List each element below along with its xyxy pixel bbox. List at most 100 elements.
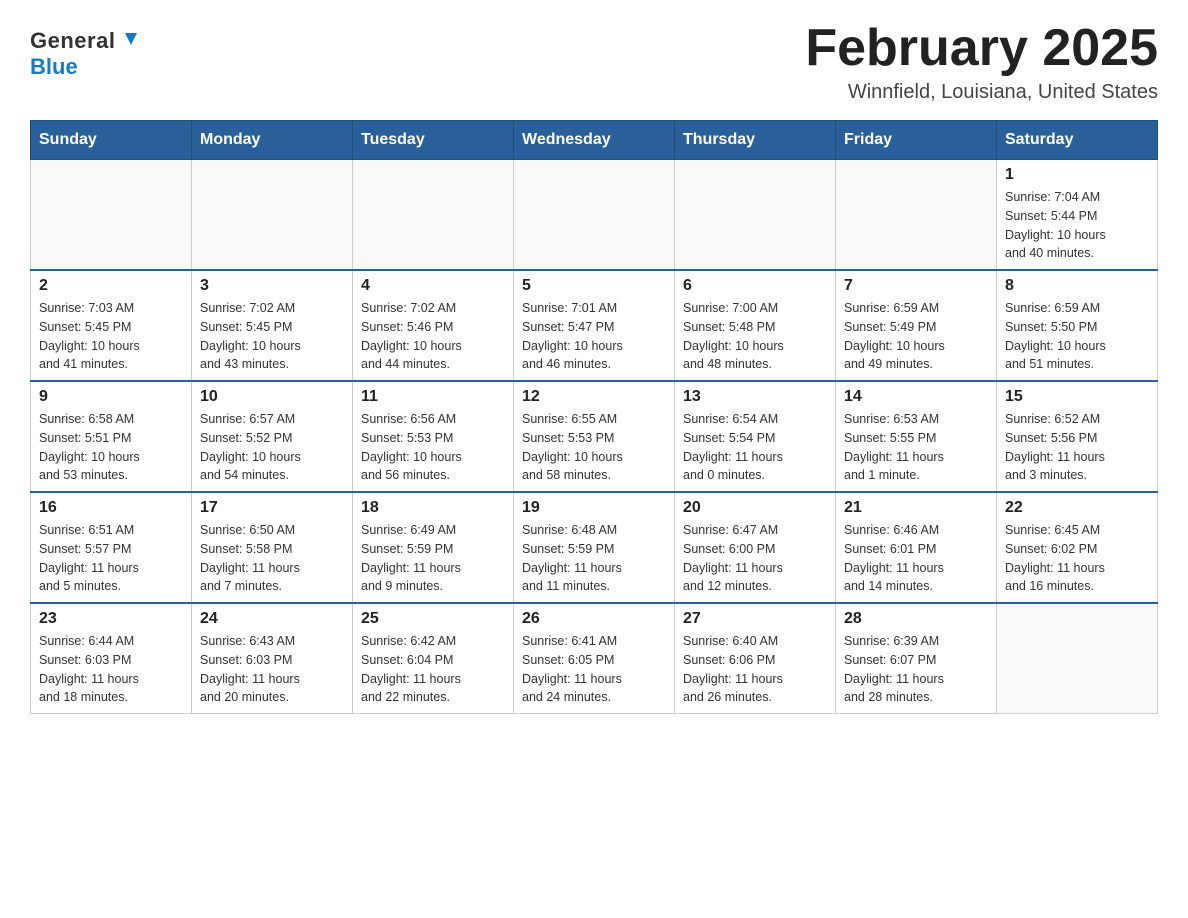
day-number: 16 [39,499,183,517]
day-info: Sunrise: 6:53 AMSunset: 5:55 PMDaylight:… [844,410,988,485]
logo-blue-text: Blue [30,54,78,80]
day-info: Sunrise: 7:01 AMSunset: 5:47 PMDaylight:… [522,299,666,374]
calendar-day-cell: 3 Sunrise: 7:02 AMSunset: 5:45 PMDaylight… [192,270,353,381]
day-number: 20 [683,499,827,517]
day-info: Sunrise: 6:50 AMSunset: 5:58 PMDaylight:… [200,521,344,596]
calendar-day-cell: 1 Sunrise: 7:04 AMSunset: 5:44 PMDaylight… [997,160,1158,271]
day-info: Sunrise: 6:40 AMSunset: 6:06 PMDaylight:… [683,632,827,707]
page-subtitle: Winnfield, Louisiana, United States [805,81,1158,104]
calendar-header-monday: Monday [192,121,353,160]
title-section: February 2025 Winnfield, Louisiana, Unit… [805,20,1158,104]
calendar-day-cell: 25 Sunrise: 6:42 AMSunset: 6:04 PMDayligh… [353,603,514,714]
page-title: February 2025 [805,20,1158,77]
day-number: 7 [844,277,988,295]
day-number: 23 [39,610,183,628]
calendar-header-friday: Friday [836,121,997,160]
day-info: Sunrise: 6:39 AMSunset: 6:07 PMDaylight:… [844,632,988,707]
calendar-day-cell: 8Sunrise: 6:59 AMSunset: 5:50 PMDaylight… [997,270,1158,381]
day-info: Sunrise: 6:54 AMSunset: 5:54 PMDaylight:… [683,410,827,485]
calendar-day-cell: 13 Sunrise: 6:54 AMSunset: 5:54 PMDayligh… [675,381,836,492]
day-info: Sunrise: 6:49 AMSunset: 5:59 PMDaylight:… [361,521,505,596]
logo-general-text: General [30,28,115,54]
day-info: Sunrise: 7:00 AMSunset: 5:48 PMDaylight:… [683,299,827,374]
calendar-day-cell: 5 Sunrise: 7:01 AMSunset: 5:47 PMDaylight… [514,270,675,381]
calendar-day-cell [353,160,514,271]
calendar-day-cell: 26Sunrise: 6:41 AMSunset: 6:05 PMDayligh… [514,603,675,714]
calendar-header-tuesday: Tuesday [353,121,514,160]
calendar-day-cell: 4 Sunrise: 7:02 AMSunset: 5:46 PMDaylight… [353,270,514,381]
day-info: Sunrise: 6:42 AMSunset: 6:04 PMDaylight:… [361,632,505,707]
day-number: 8 [1005,277,1149,295]
calendar-header-row: SundayMondayTuesdayWednesdayThursdayFrid… [31,121,1158,160]
calendar-day-cell [675,160,836,271]
day-number: 19 [522,499,666,517]
calendar-day-cell: 10 Sunrise: 6:57 AMSunset: 5:52 PMDayligh… [192,381,353,492]
calendar-day-cell: 21 Sunrise: 6:46 AMSunset: 6:01 PMDayligh… [836,492,997,603]
calendar-header-wednesday: Wednesday [514,121,675,160]
day-number: 21 [844,499,988,517]
day-info: Sunrise: 6:44 AMSunset: 6:03 PMDaylight:… [39,632,183,707]
page-header: General Blue February 2025 Winnfield, Lo… [30,20,1158,104]
calendar-day-cell: 9 Sunrise: 6:58 AMSunset: 5:51 PMDaylight… [31,381,192,492]
day-info: Sunrise: 6:48 AMSunset: 5:59 PMDaylight:… [522,521,666,596]
calendar-day-cell [192,160,353,271]
day-number: 17 [200,499,344,517]
day-info: Sunrise: 7:04 AMSunset: 5:44 PMDaylight:… [1005,188,1149,263]
calendar-day-cell: 16Sunrise: 6:51 AMSunset: 5:57 PMDayligh… [31,492,192,603]
calendar-day-cell [997,603,1158,714]
day-info: Sunrise: 6:58 AMSunset: 5:51 PMDaylight:… [39,410,183,485]
day-info: Sunrise: 6:46 AMSunset: 6:01 PMDaylight:… [844,521,988,596]
calendar-day-cell: 11 Sunrise: 6:56 AMSunset: 5:53 PMDayligh… [353,381,514,492]
calendar-day-cell: 27Sunrise: 6:40 AMSunset: 6:06 PMDayligh… [675,603,836,714]
day-number: 13 [683,388,827,406]
calendar-week-row: 23 Sunrise: 6:44 AMSunset: 6:03 PMDayligh… [31,603,1158,714]
calendar-day-cell: 18Sunrise: 6:49 AMSunset: 5:59 PMDayligh… [353,492,514,603]
calendar-week-row: 1 Sunrise: 7:04 AMSunset: 5:44 PMDaylight… [31,160,1158,271]
day-info: Sunrise: 6:59 AMSunset: 5:49 PMDaylight:… [844,299,988,374]
day-number: 24 [200,610,344,628]
calendar-day-cell: 15Sunrise: 6:52 AMSunset: 5:56 PMDayligh… [997,381,1158,492]
calendar-day-cell: 28 Sunrise: 6:39 AMSunset: 6:07 PMDayligh… [836,603,997,714]
day-info: Sunrise: 6:52 AMSunset: 5:56 PMDaylight:… [1005,410,1149,485]
calendar-day-cell [836,160,997,271]
day-info: Sunrise: 6:47 AMSunset: 6:00 PMDaylight:… [683,521,827,596]
calendar-day-cell: 14 Sunrise: 6:53 AMSunset: 5:55 PMDayligh… [836,381,997,492]
calendar-header-saturday: Saturday [997,121,1158,160]
calendar-week-row: 16Sunrise: 6:51 AMSunset: 5:57 PMDayligh… [31,492,1158,603]
calendar-header-thursday: Thursday [675,121,836,160]
calendar-day-cell: 6Sunrise: 7:00 AMSunset: 5:48 PMDaylight… [675,270,836,381]
calendar-day-cell: 17 Sunrise: 6:50 AMSunset: 5:58 PMDayligh… [192,492,353,603]
day-number: 11 [361,388,505,406]
day-info: Sunrise: 6:55 AMSunset: 5:53 PMDaylight:… [522,410,666,485]
calendar-day-cell: 2Sunrise: 7:03 AMSunset: 5:45 PMDaylight… [31,270,192,381]
day-number: 1 [1005,166,1149,184]
day-number: 4 [361,277,505,295]
calendar-day-cell [31,160,192,271]
day-number: 9 [39,388,183,406]
calendar-day-cell: 23 Sunrise: 6:44 AMSunset: 6:03 PMDayligh… [31,603,192,714]
calendar-week-row: 2Sunrise: 7:03 AMSunset: 5:45 PMDaylight… [31,270,1158,381]
day-info: Sunrise: 6:56 AMSunset: 5:53 PMDaylight:… [361,410,505,485]
day-number: 5 [522,277,666,295]
calendar-week-row: 9 Sunrise: 6:58 AMSunset: 5:51 PMDaylight… [31,381,1158,492]
day-info: Sunrise: 6:45 AMSunset: 6:02 PMDaylight:… [1005,521,1149,596]
day-info: Sunrise: 7:02 AMSunset: 5:45 PMDaylight:… [200,299,344,374]
day-number: 28 [844,610,988,628]
day-number: 10 [200,388,344,406]
calendar-day-cell: 7 Sunrise: 6:59 AMSunset: 5:49 PMDaylight… [836,270,997,381]
calendar-day-cell: 20 Sunrise: 6:47 AMSunset: 6:00 PMDayligh… [675,492,836,603]
day-number: 12 [522,388,666,406]
day-number: 14 [844,388,988,406]
day-number: 3 [200,277,344,295]
day-number: 25 [361,610,505,628]
calendar-day-cell: 24 Sunrise: 6:43 AMSunset: 6:03 PMDayligh… [192,603,353,714]
logo: General Blue [30,20,139,80]
day-info: Sunrise: 6:57 AMSunset: 5:52 PMDaylight:… [200,410,344,485]
day-info: Sunrise: 6:43 AMSunset: 6:03 PMDaylight:… [200,632,344,707]
day-number: 22 [1005,499,1149,517]
day-number: 2 [39,277,183,295]
calendar-day-cell [514,160,675,271]
calendar-table: SundayMondayTuesdayWednesdayThursdayFrid… [30,120,1158,714]
day-info: Sunrise: 7:02 AMSunset: 5:46 PMDaylight:… [361,299,505,374]
calendar-day-cell: 12 Sunrise: 6:55 AMSunset: 5:53 PMDayligh… [514,381,675,492]
